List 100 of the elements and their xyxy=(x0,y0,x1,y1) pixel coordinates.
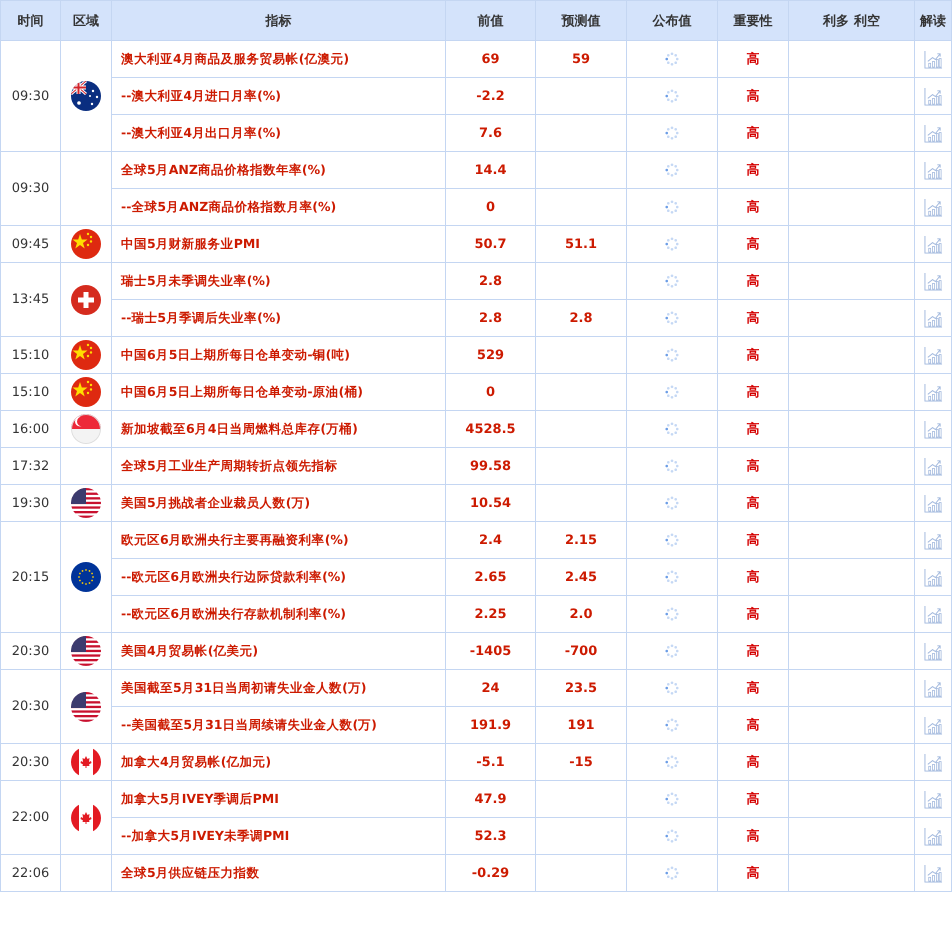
column-header: 时间 xyxy=(0,0,60,40)
chart-icon[interactable] xyxy=(924,382,942,402)
chart-icon[interactable] xyxy=(924,160,942,180)
chart-icon[interactable] xyxy=(924,790,942,808)
indicator-link[interactable]: 中国5月财新服务业PMI xyxy=(121,236,260,250)
flag-icon xyxy=(71,488,101,518)
chart-icon[interactable] xyxy=(924,420,942,438)
flag-icon xyxy=(71,802,101,832)
chart-icon[interactable] xyxy=(924,346,942,364)
importance-text: 高 xyxy=(746,385,760,400)
importance-text: 高 xyxy=(746,274,760,289)
importance-text: 高 xyxy=(746,200,760,215)
flag-icon xyxy=(71,229,101,259)
previous-value: -0.29 xyxy=(472,866,510,880)
chart-icon[interactable] xyxy=(924,568,942,586)
forecast-value: 191 xyxy=(567,718,595,732)
time-text: 16:00 xyxy=(12,422,50,436)
previous-value: 2.4 xyxy=(478,532,502,548)
previous-value: 50.7 xyxy=(474,236,507,252)
loading-icon xyxy=(665,754,679,769)
previous-value: 47.9 xyxy=(474,792,507,806)
importance-text: 高 xyxy=(746,570,760,585)
time-text: 22:00 xyxy=(12,810,50,825)
importance-text: 高 xyxy=(746,792,760,807)
loading-icon xyxy=(665,570,679,584)
importance-text: 高 xyxy=(746,496,760,511)
previous-value: -5.1 xyxy=(476,754,505,770)
loading-icon xyxy=(665,422,679,436)
importance-text: 高 xyxy=(746,533,760,548)
indicator-link[interactable]: 瑞士5月未季调失业率(%) xyxy=(121,272,271,288)
loading-icon xyxy=(665,162,679,177)
time-text: 20:30 xyxy=(12,754,50,770)
time-text: 15:10 xyxy=(12,384,50,400)
column-header: 预测值 xyxy=(536,0,626,40)
indicator-link[interactable]: --澳大利亚4月出口月率(%) xyxy=(121,124,282,140)
forecast-value: 2.45 xyxy=(564,570,598,584)
loading-icon xyxy=(665,384,679,399)
chart-icon[interactable] xyxy=(924,826,942,846)
importance-text: 高 xyxy=(746,163,760,178)
importance-text: 高 xyxy=(746,681,760,696)
chart-icon[interactable] xyxy=(924,642,942,660)
chart-icon[interactable] xyxy=(924,494,942,512)
importance-text: 高 xyxy=(746,755,760,770)
flag-icon xyxy=(71,377,101,407)
flag-icon xyxy=(71,284,101,314)
chart-icon[interactable] xyxy=(924,124,942,142)
previous-value: 24 xyxy=(481,680,500,696)
time-text: 15:10 xyxy=(12,348,50,362)
chart-icon[interactable] xyxy=(924,604,942,624)
forecast-value: 2.0 xyxy=(569,606,593,622)
importance-text: 高 xyxy=(746,89,760,104)
flag-icon xyxy=(71,414,101,444)
chart-icon[interactable] xyxy=(924,234,942,254)
time-text: 09:30 xyxy=(12,181,50,196)
previous-value: 2.8 xyxy=(478,310,502,326)
chart-icon[interactable] xyxy=(924,752,942,772)
time-text: 17:32 xyxy=(12,458,50,474)
chart-icon[interactable] xyxy=(924,272,942,290)
importance-text: 高 xyxy=(746,311,760,326)
previous-value: 52.3 xyxy=(474,828,507,844)
previous-value: 2.65 xyxy=(474,570,507,584)
loading-icon xyxy=(665,792,679,806)
loading-icon xyxy=(665,310,679,325)
indicator-link[interactable]: --澳大利亚4月进口月率(%) xyxy=(121,88,282,102)
indicator-link[interactable]: 加拿大5月IVEY季调后PMI xyxy=(121,790,279,806)
chart-icon[interactable] xyxy=(924,308,942,328)
time-text: 19:30 xyxy=(12,496,50,510)
column-header: 利多 利空 xyxy=(788,0,914,40)
importance-text: 高 xyxy=(746,52,760,67)
loading-icon xyxy=(665,606,679,621)
chart-icon[interactable] xyxy=(924,678,942,698)
chart-icon[interactable] xyxy=(924,50,942,68)
previous-value: -2.2 xyxy=(476,88,505,104)
previous-value: 2.8 xyxy=(478,274,502,288)
forecast-value: 2.8 xyxy=(569,310,593,326)
chart-icon[interactable] xyxy=(924,716,942,734)
chart-icon[interactable] xyxy=(924,86,942,106)
indicator-link[interactable]: 全球5月供应链压力指数 xyxy=(121,864,260,880)
column-header: 公布值 xyxy=(626,0,718,40)
indicator-link[interactable]: 加拿大4月贸易帐(亿加元) xyxy=(121,754,272,768)
previous-value: 14.4 xyxy=(474,162,507,178)
forecast-value: -700 xyxy=(564,644,598,658)
importance-text: 高 xyxy=(746,718,760,733)
previous-value: 69 xyxy=(481,52,500,66)
forecast-value: 2.15 xyxy=(564,532,598,548)
previous-value: 99.58 xyxy=(470,458,512,474)
flag-icon xyxy=(71,81,101,111)
loading-icon xyxy=(665,532,679,547)
previous-value: 191.9 xyxy=(470,718,512,732)
previous-value: 2.25 xyxy=(474,606,507,622)
loading-icon xyxy=(665,680,679,695)
indicator-link[interactable]: --瑞士5月季调后失业率(%) xyxy=(121,310,282,324)
chart-icon[interactable] xyxy=(924,530,942,550)
indicator-link[interactable]: 美国4月贸易帐(亿美元) xyxy=(121,642,258,658)
importance-text: 高 xyxy=(746,348,760,363)
chart-icon[interactable] xyxy=(924,864,942,882)
chart-icon[interactable] xyxy=(924,456,942,476)
loading-icon xyxy=(665,200,679,214)
chart-icon[interactable] xyxy=(924,198,942,216)
previous-value: -1405 xyxy=(470,644,512,658)
